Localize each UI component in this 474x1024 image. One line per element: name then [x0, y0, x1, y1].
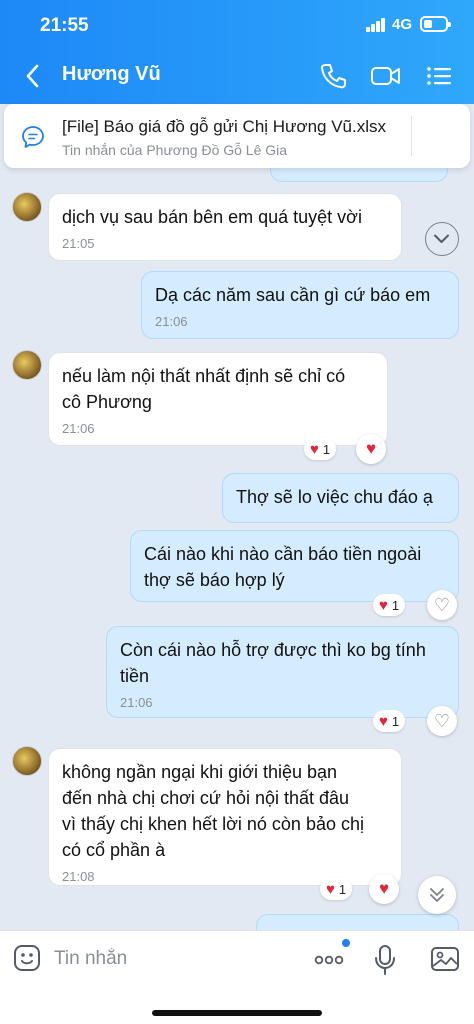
heart-outline-icon: ♡	[433, 710, 451, 731]
reaction-count[interactable]: ♥ 1	[320, 878, 353, 900]
message-text: Dạ các năm sau cần gì cứ báo em	[155, 285, 431, 305]
pinned-subtitle: Tin nhắn của Phương Đồ Gỗ Lê Gia	[62, 142, 288, 158]
notification-dot	[342, 939, 350, 947]
microphone-icon	[375, 945, 395, 975]
menu-button[interactable]	[424, 62, 454, 90]
reaction-count[interactable]: ♥ 1	[304, 438, 337, 460]
pinned-title: [File] Báo giá đồ gỗ gửi Chị Hương Vũ.xl…	[62, 117, 387, 136]
clock: 21:55	[40, 15, 89, 36]
message-bubble-outgoing[interactable]: Dạ các năm sau cần gì cứ báo em 21:06	[141, 271, 459, 339]
back-button[interactable]	[22, 62, 46, 90]
send-image-button[interactable]	[430, 945, 460, 973]
emoji-button[interactable]	[12, 943, 42, 973]
emoji-icon	[14, 945, 40, 971]
contact-name[interactable]: Hương Vũ	[62, 63, 161, 86]
heart-icon: ♥	[365, 439, 377, 458]
menu-list-icon	[427, 67, 451, 85]
heart-icon: ♥	[379, 712, 388, 730]
avatar[interactable]	[12, 350, 42, 380]
message-bubble-incoming[interactable]: nếu làm nội thất nhất định sẽ chỉ có cô …	[48, 352, 388, 446]
reaction-count[interactable]: ♥ 1	[373, 594, 406, 616]
status-bar: 21:55 4G	[0, 0, 474, 50]
message-text: Cái nào khi nào cần báo tiền ngoài thợ s…	[144, 544, 422, 590]
reaction-number: 1	[391, 713, 400, 729]
video-call-icon	[371, 67, 400, 85]
message-text: dịch vụ sau bán bên em quá tuyệt vời	[62, 207, 362, 227]
scroll-to-bottom-button[interactable]	[418, 876, 456, 914]
heart-icon: ♥	[326, 880, 335, 898]
phone-icon	[320, 64, 346, 89]
avatar[interactable]	[12, 746, 42, 776]
reaction-number: 1	[322, 441, 331, 457]
expand-pinned-button[interactable]	[425, 222, 459, 256]
reaction-number: 1	[338, 881, 347, 897]
message-bubble-outgoing[interactable]: Cái nào khi nào cần báo tiền ngoài thợ s…	[130, 530, 459, 602]
heart-outline-icon: ♡	[433, 594, 451, 615]
message-time: 21:06	[62, 421, 95, 436]
chat-bubble-icon	[22, 126, 44, 148]
chevron-down-icon	[434, 234, 449, 243]
battery-icon	[420, 16, 451, 32]
voice-record-button[interactable]	[372, 943, 398, 977]
react-button[interactable]: ♡	[427, 706, 457, 736]
more-icon	[314, 955, 344, 965]
message-text: nếu làm nội thất nhất định sẽ chỉ có cô …	[62, 366, 346, 412]
heart-icon: ♥	[310, 440, 319, 458]
message-time: 21:06	[155, 314, 188, 329]
signal-icon	[366, 18, 386, 32]
message-bubble-outgoing[interactable]: Thợ sẽ lo việc chu đáo ạ	[222, 473, 459, 523]
message-composer	[0, 930, 474, 1024]
avatar[interactable]	[12, 192, 42, 222]
heart-icon: ♥	[378, 879, 390, 898]
reaction-number: 1	[391, 597, 400, 613]
message-text: Thợ sẽ lo việc chu đáo ạ	[236, 487, 433, 507]
reaction-count[interactable]: ♥ 1	[373, 710, 406, 732]
pinned-message-bar[interactable]: [File] Báo giá đồ gỗ gửi Chị Hương Vũ.xl…	[4, 104, 470, 256]
message-text: không ngần ngại khi giới thiệu bạn đến n…	[62, 762, 364, 860]
image-icon	[431, 947, 459, 971]
message-bubble-incoming[interactable]: không ngần ngại khi giới thiệu bạn đến n…	[48, 748, 402, 886]
video-call-button[interactable]	[370, 62, 400, 90]
message-time: 21:05	[62, 236, 95, 251]
react-button[interactable]: ♥	[369, 874, 399, 904]
divider	[411, 116, 412, 156]
message-input[interactable]	[54, 945, 294, 973]
message-bubble-outgoing[interactable]: Còn cái nào hỗ trợ được thì ko bg tính t…	[106, 626, 459, 718]
network-type: 4G	[392, 16, 413, 33]
chat-header: 21:55 4G Hương Vũ	[0, 0, 474, 104]
message-text: Còn cái nào hỗ trợ được thì ko bg tính t…	[120, 640, 426, 686]
back-icon	[26, 64, 39, 88]
call-button[interactable]	[318, 62, 348, 90]
home-indicator	[152, 1010, 322, 1016]
react-button[interactable]: ♡	[427, 590, 457, 620]
double-chevron-down-icon	[430, 888, 444, 902]
more-options-button[interactable]	[312, 945, 346, 973]
heart-icon: ♥	[379, 596, 388, 614]
react-button[interactable]: ♥	[356, 434, 386, 464]
message-bubble-incoming[interactable]: dịch vụ sau bán bên em quá tuyệt vời 21:…	[48, 193, 402, 261]
